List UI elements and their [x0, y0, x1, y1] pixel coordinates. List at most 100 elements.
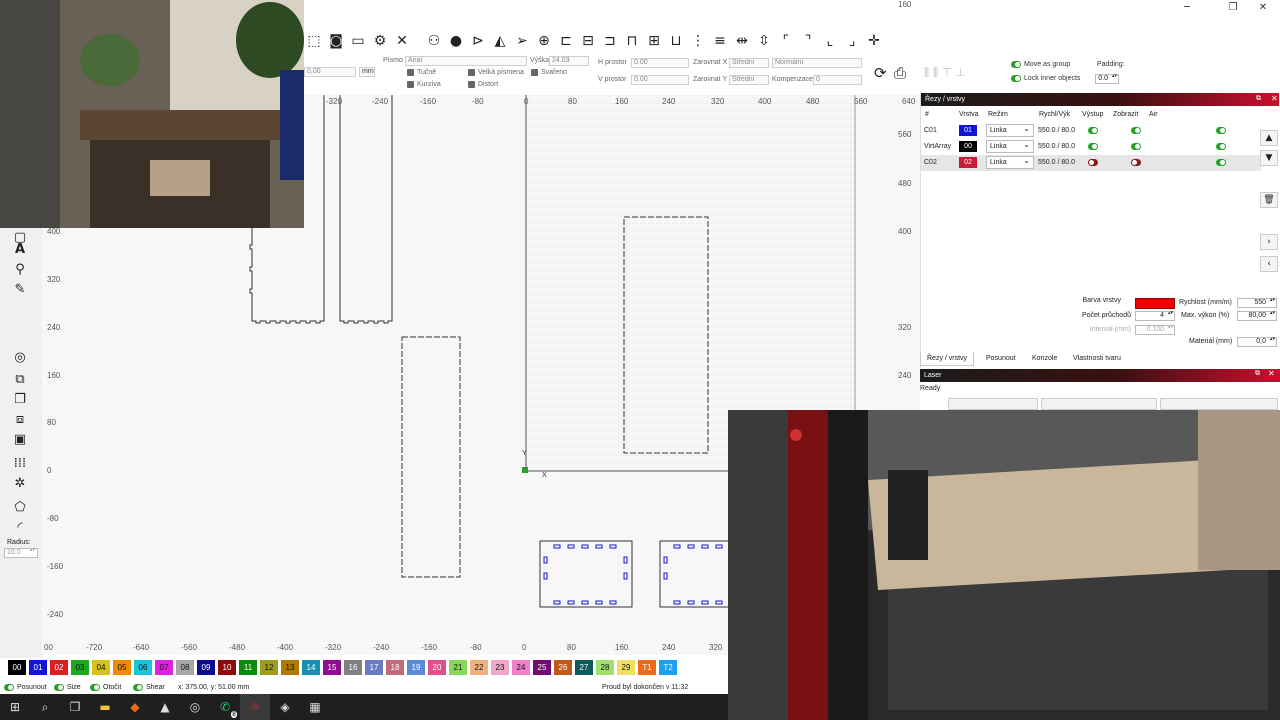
power-field[interactable]: 80,00 — [1237, 311, 1277, 321]
lock-inner-toggle[interactable]: Lock inner objects — [1011, 75, 1080, 82]
palette-swatch-05[interactable]: 05 — [113, 660, 131, 675]
palette-swatch-10[interactable]: 10 — [218, 660, 236, 675]
flip-h-icon[interactable]: ⊳ — [468, 31, 488, 51]
circle-icon[interactable]: ◎ — [10, 348, 30, 366]
layer-air-toggle[interactable] — [1216, 127, 1226, 134]
layer-color-swatch[interactable] — [1135, 298, 1175, 309]
palette-swatch-19[interactable]: 19 — [407, 660, 425, 675]
layer-show-toggle[interactable] — [1131, 159, 1141, 166]
palette-swatch-26[interactable]: 26 — [554, 660, 572, 675]
windows-start-icon[interactable]: ⊞ — [0, 694, 30, 720]
align-right-icon[interactable]: ⊐ — [600, 31, 620, 51]
move-down-icon[interactable]: ▼ — [1260, 150, 1278, 166]
rotation-field[interactable]: 0,00 — [304, 67, 356, 77]
layer-output-toggle[interactable] — [1088, 127, 1098, 134]
palette-swatch-01[interactable]: 01 — [29, 660, 47, 675]
bold-checkbox[interactable]: Tučně — [407, 69, 436, 76]
move-toggle[interactable]: Posunout — [4, 684, 47, 691]
settings-gear-icon[interactable]: ⚙ — [370, 31, 390, 51]
palette-swatch-28[interactable]: 28 — [596, 660, 614, 675]
inkscape-icon[interactable]: ▲ — [150, 694, 180, 720]
camera-icon[interactable]: ◙ — [326, 31, 346, 51]
pen-icon[interactable]: ✎ — [10, 280, 30, 298]
layer-swatch[interactable]: 01 — [959, 125, 977, 136]
laser-float-icon[interactable]: ⧉ — [1255, 370, 1260, 378]
move-up-icon[interactable]: ▲ — [1260, 130, 1278, 146]
corner-tl-icon[interactable]: ⌜ — [776, 31, 796, 51]
palette-swatch-15[interactable]: 15 — [323, 660, 341, 675]
whatsapp-icon[interactable]: ✆ 8 — [210, 694, 240, 720]
distribute-v-icon[interactable]: ≡ — [710, 31, 730, 51]
welded-checkbox[interactable]: Svařeno — [531, 69, 567, 76]
space-h-icon[interactable]: ⇹ — [732, 31, 752, 51]
laser-button-2[interactable] — [1041, 398, 1157, 410]
layer-swatch[interactable]: 00 — [959, 141, 977, 152]
palette-swatch-16[interactable]: 16 — [344, 660, 362, 675]
font-select[interactable]: Arial — [405, 56, 527, 66]
unit-button[interactable]: mm — [359, 67, 375, 77]
layer-row[interactable]: C02 02 Linka 550.0 / 80.0 — [921, 155, 1261, 171]
group-box-icon[interactable]: ▣ — [10, 430, 30, 448]
space-v-icon[interactable]: ⇳ — [754, 31, 774, 51]
aligny-select[interactable]: Střední — [729, 75, 769, 85]
palette-swatch-12[interactable]: 12 — [260, 660, 278, 675]
distort-checkbox[interactable]: Distort — [468, 81, 498, 88]
palette-swatch-11[interactable]: 11 — [239, 660, 257, 675]
palette-swatch-17[interactable]: 17 — [365, 660, 383, 675]
radius-field[interactable]: 10.0 — [4, 548, 38, 558]
palette-swatch-24[interactable]: 24 — [512, 660, 530, 675]
layer-show-toggle[interactable] — [1131, 143, 1141, 150]
grid-array-icon[interactable]: ⁞⁞⁞ — [10, 454, 30, 472]
text-icon[interactable]: A — [10, 240, 30, 258]
layer-output-toggle[interactable] — [1088, 159, 1098, 166]
italic-checkbox[interactable]: Kurzíva — [407, 81, 441, 88]
palette-swatch-13[interactable]: 13 — [281, 660, 299, 675]
tab-move[interactable]: Posunout — [980, 352, 1022, 366]
collapse-left-icon[interactable]: ‹ — [1260, 256, 1278, 272]
uppercase-checkbox[interactable]: Velká písmena — [468, 69, 524, 76]
group-icon[interactable]: ⚇ — [424, 31, 444, 51]
panel-close-icon[interactable]: ✕ — [1271, 94, 1278, 103]
task-view-icon[interactable]: ❐ — [60, 694, 90, 720]
chrome-icon[interactable]: ◎ — [180, 694, 210, 720]
style-select[interactable]: Normální — [772, 58, 862, 68]
layer-air-toggle[interactable] — [1216, 159, 1226, 166]
offset-icon[interactable]: ⬠ — [10, 498, 30, 516]
align-objects-icon[interactable]: ⫼⫼⊤⊥ — [924, 66, 969, 80]
height-field[interactable]: 24.03 — [549, 56, 589, 66]
palette-swatch-18[interactable]: 18 — [386, 660, 404, 675]
tab-console[interactable]: Konzole — [1026, 352, 1063, 366]
copy-icon[interactable]: ⧉ — [10, 370, 30, 388]
expand-right-icon[interactable]: › — [1260, 234, 1278, 250]
size-toggle[interactable]: Size — [54, 684, 81, 691]
tab-layers[interactable]: Řezy / vrstvy — [920, 352, 975, 366]
app-icon[interactable]: ◈ — [270, 694, 300, 720]
printer-icon[interactable]: ⎙ — [894, 64, 906, 82]
passes-field[interactable]: 4 — [1135, 311, 1175, 321]
palette-swatch-06[interactable]: 06 — [134, 660, 152, 675]
interval-field[interactable]: 0.100 — [1135, 325, 1175, 335]
select-rect-icon[interactable]: ⬚ — [304, 31, 324, 51]
minimize-button[interactable]: ─ — [1172, 0, 1202, 14]
arc-icon[interactable]: ◜ — [10, 518, 30, 536]
palette-swatch-14[interactable]: 14 — [302, 660, 320, 675]
cross-icon[interactable]: ✛ — [864, 31, 884, 51]
laser-button-3[interactable] — [1160, 398, 1278, 410]
align-bottom-icon[interactable]: ⊔ — [666, 31, 686, 51]
palette-swatch-29[interactable]: 29 — [617, 660, 635, 675]
tab-shape-properties[interactable]: Vlastnosti tvaru — [1067, 352, 1127, 366]
palette-swatch-25[interactable]: 25 — [533, 660, 551, 675]
palette-swatch-04[interactable]: 04 — [92, 660, 110, 675]
gear-outline-icon[interactable]: ✲ — [10, 474, 30, 492]
palette-swatch-20[interactable]: 20 — [428, 660, 446, 675]
layer-row[interactable]: C01 01 Linka 550.0 / 80.0 — [921, 123, 1261, 139]
search-icon[interactable]: ⌕ — [30, 694, 60, 720]
alignx-select[interactable]: Střední — [729, 58, 769, 68]
duplicate-icon[interactable]: ❐ — [10, 390, 30, 408]
calculator-icon[interactable]: ▦ — [300, 694, 330, 720]
palette-swatch-00[interactable]: 00 — [8, 660, 26, 675]
layer-mode-select[interactable]: Linka — [986, 155, 1034, 169]
trash-icon[interactable]: 🗑 — [1260, 192, 1278, 208]
corner-bl-icon[interactable]: ⌞ — [820, 31, 840, 51]
laser-button-1[interactable] — [948, 398, 1038, 410]
